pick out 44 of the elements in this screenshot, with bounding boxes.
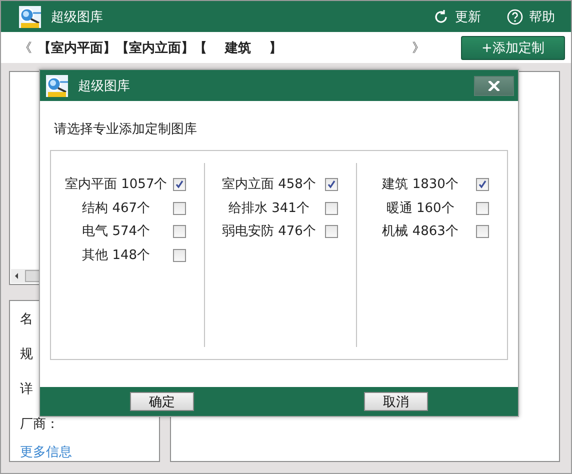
category-tag[interactable]: 【室内平面】 [38, 38, 116, 57]
refresh-icon [433, 8, 449, 25]
checkbox[interactable] [476, 178, 489, 191]
checkbox[interactable] [476, 202, 489, 214]
discipline-label: 给排水 341个 [227, 200, 310, 218]
next-button[interactable]: 》 [406, 38, 431, 57]
confirm-button[interactable]: 确定 [130, 392, 194, 411]
help-button[interactable]: 帮助 [499, 8, 563, 26]
field-label: 规 [20, 346, 33, 362]
checkbox[interactable] [173, 225, 186, 238]
dialog-title: 超级图库 [78, 78, 131, 94]
checkbox[interactable] [476, 225, 489, 238]
window-title: 超级图库 [51, 8, 104, 26]
close-icon [488, 80, 500, 90]
discipline-label: 机械 4863个 [381, 223, 460, 241]
discipline-label: 室内立面 458个 [220, 176, 317, 194]
category-tag[interactable]: 【 建筑 】 [194, 38, 282, 57]
discipline-label: 结构 467个 [81, 200, 152, 218]
checkbox[interactable] [324, 178, 338, 191]
add-custom-button[interactable]: +添加定制 [461, 36, 565, 60]
category-tag[interactable]: 【室内立面】 [116, 38, 194, 57]
field-label: 详 [20, 380, 33, 398]
discipline-label: 其他 148个 [81, 246, 152, 264]
magnifier-logo-icon [19, 6, 41, 28]
cancel-button[interactable]: 取消 [364, 392, 428, 411]
checkbox[interactable] [173, 178, 186, 191]
magnifier-logo-icon [46, 74, 68, 96]
checkbox[interactable] [324, 225, 338, 238]
discipline-label: 弱电安防 476个 [220, 223, 317, 241]
checkbox[interactable] [324, 202, 338, 214]
discipline-label: 室内平面 1057个 [65, 176, 168, 194]
refresh-button[interactable]: 更新 [425, 8, 489, 26]
discipline-label: 电气 574个 [81, 223, 152, 241]
prompt-text: 请选择专业添加定制图库 [54, 122, 197, 137]
field-label: 厂商： [20, 416, 59, 432]
help-icon [507, 8, 523, 25]
discipline-label: 建筑 1830个 [381, 176, 460, 194]
checkbox[interactable] [173, 202, 186, 214]
more-info-link[interactable]: 更多信息 [20, 443, 149, 461]
field-label: 名 [20, 310, 33, 328]
close-button[interactable] [474, 76, 514, 96]
checkbox[interactable] [173, 248, 186, 262]
previous-button[interactable]: 《 [13, 38, 38, 57]
discipline-label: 暖通 160个 [385, 200, 456, 218]
